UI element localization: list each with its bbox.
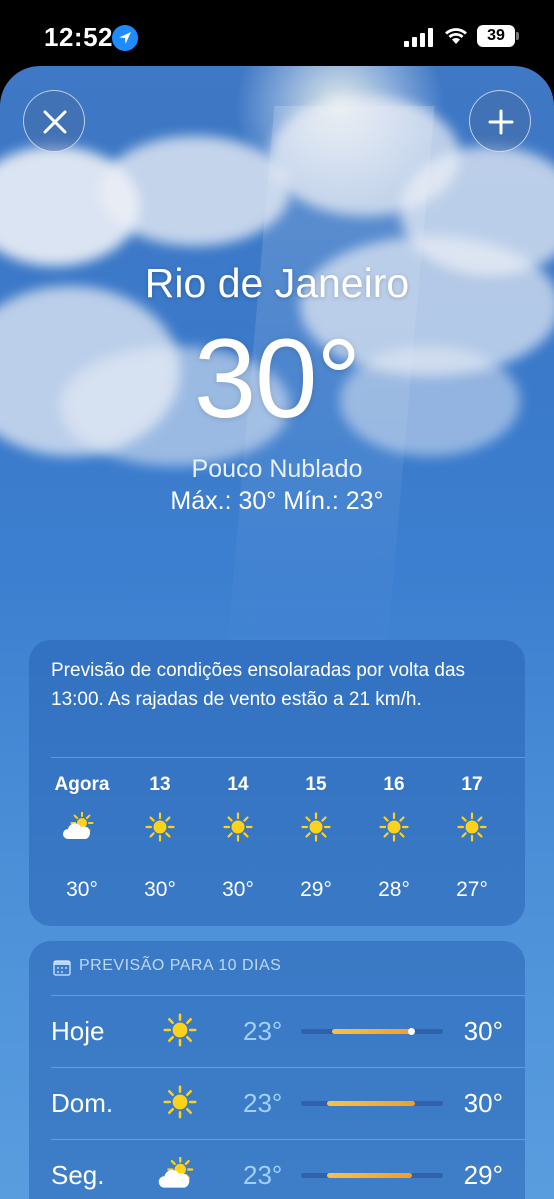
hour-temperature: 30° — [222, 878, 254, 901]
day-name: Seg. — [51, 1160, 105, 1190]
sun-icon — [281, 802, 351, 868]
sun-icon — [163, 1013, 197, 1052]
plus-icon — [488, 109, 514, 135]
hour-time: 15 — [305, 774, 327, 795]
hour-time: 14 — [227, 774, 249, 795]
close-icon — [43, 110, 67, 134]
location-arrow-icon — [112, 25, 138, 51]
day-row[interactable]: Hoje 23° 30° — [29, 995, 525, 1067]
day-high-temp: 30° — [463, 1088, 503, 1118]
hour-temperature: 30° — [66, 878, 98, 901]
day-row[interactable]: Dom. 23° 30° — [29, 1067, 525, 1139]
battery-tip — [516, 32, 519, 40]
temperature-range-bar — [301, 1028, 443, 1035]
temperature-range-bar — [301, 1101, 443, 1106]
sun-icon — [359, 802, 429, 868]
hour-time: Agora — [54, 774, 110, 795]
current-temperature: 30° — [193, 316, 361, 441]
day-name: Dom. — [51, 1088, 114, 1118]
day-high-temp: 29° — [463, 1160, 503, 1190]
hour-temperature: 30° — [144, 878, 176, 901]
cloud — [100, 136, 290, 246]
day-low-temp: 23° — [243, 1016, 283, 1046]
status-bar: 12:52 39 — [0, 0, 554, 70]
hourly-forecast-card[interactable]: Previsão de condições ensolaradas por vo… — [29, 640, 525, 926]
signal-icon — [404, 27, 434, 47]
temperature-range-fill — [326, 1173, 412, 1178]
temperature-range-fill — [332, 1029, 412, 1034]
daily-header-label: PREVISÃO PARA 10 DIAS — [79, 957, 282, 974]
sun-icon — [437, 802, 507, 868]
day-high-temp: 30° — [463, 1016, 503, 1046]
day-low-temp: 23° — [243, 1160, 283, 1190]
add-button[interactable] — [469, 90, 531, 152]
status-time: 12:52 — [44, 22, 113, 52]
forecast-summary: Previsão de condições ensolaradas por vo… — [51, 660, 466, 710]
hour-time: 17 — [461, 774, 483, 795]
sun-icon — [163, 1085, 197, 1124]
city-name: Rio de Janeiro — [144, 260, 410, 306]
high-low: Máx.: 30° Mín.: 23° — [170, 487, 384, 515]
hour-column: 13 30° — [125, 774, 195, 902]
day-name: Hoje — [51, 1016, 105, 1046]
daily-header: PREVISÃO PARA 10 DIAS — [53, 957, 281, 975]
current-temp-marker — [407, 1028, 415, 1035]
partly-cloudy-icon — [47, 802, 117, 868]
daily-forecast-card[interactable]: PREVISÃO PARA 10 DIAS Hoje 23° 30° Dom. 23° 3… — [29, 941, 525, 1199]
day-low-temp: 23° — [243, 1088, 283, 1118]
hour-column: 15 29° — [281, 774, 351, 902]
close-button[interactable] — [23, 90, 85, 152]
current-condition: Pouco Nublado — [191, 455, 363, 483]
temperature-range-bar — [301, 1173, 443, 1178]
wifi-icon — [445, 28, 467, 44]
hour-temperature: 28° — [378, 878, 410, 901]
battery-icon: 39 — [477, 25, 515, 47]
divider — [51, 757, 525, 758]
weather-sheet: Rio de Janeiro 30° Pouco Nublado Máx.: 3… — [0, 66, 554, 1199]
sun-icon — [125, 802, 195, 868]
hour-column: 16 28° — [359, 774, 429, 902]
hour-column: Agora 30° — [47, 774, 117, 902]
hour-column: 14 30° — [203, 774, 273, 902]
day-row[interactable]: Seg. 23° 29° — [29, 1139, 525, 1199]
hour-temperature: 27° — [456, 878, 488, 901]
temperature-range-fill — [326, 1101, 415, 1106]
hour-column: 17 27° — [437, 774, 507, 902]
partly-cloudy-icon — [157, 1156, 199, 1196]
hour-time: 16 — [383, 774, 405, 795]
sun-icon — [203, 802, 273, 868]
hour-time: 13 — [149, 774, 171, 795]
hour-temperature: 29° — [300, 878, 332, 901]
